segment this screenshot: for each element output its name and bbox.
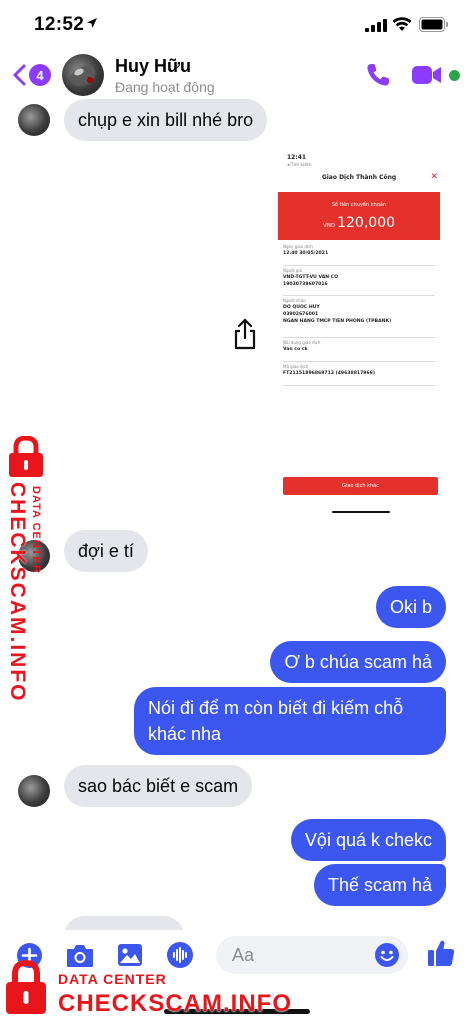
receipt-close-icon: ✕ xyxy=(430,172,438,182)
receipt-other-transaction-button: Giao dịch khác xyxy=(283,477,438,495)
receipt-amount-label: Số tiền chuyển khoản xyxy=(331,202,387,208)
receipt-field-value: 19030739607016 xyxy=(283,282,328,287)
thumbs-up-icon[interactable] xyxy=(426,938,456,968)
receipt-back-link: ◂ Tìm kiếm xyxy=(287,163,312,168)
sender-avatar xyxy=(18,104,50,136)
battery-icon xyxy=(419,17,448,32)
message-incoming[interactable]: đợi e tí xyxy=(64,530,148,572)
sender-avatar xyxy=(18,775,50,807)
watermark-side: CHECKSCAM.INFO DATA CENTER xyxy=(0,436,60,703)
message-outgoing[interactable]: Nói đi để m còn biết đi kiếm chỗ khác nh… xyxy=(134,687,446,755)
message-outgoing[interactable]: Ơ b chúa scam hả xyxy=(270,641,446,683)
emoji-icon[interactable] xyxy=(375,943,399,967)
receipt-field-recipient: Người nhận DO QUOC HUY 03902676001 NGAN … xyxy=(283,298,435,338)
wifi-icon xyxy=(392,17,412,31)
online-status-dot xyxy=(449,70,460,81)
watermark-bottom-label: DATA CENTER xyxy=(58,971,167,987)
contact-name[interactable]: Huy Hữu xyxy=(115,56,191,77)
receipt-field-date: Ngày giao dịch 12:40 30/05/2021 xyxy=(283,244,435,266)
message-incoming[interactable]: chụp e xin bill nhé bro xyxy=(64,99,268,141)
receipt-field-value: VND-TGTT-VU VAN CO xyxy=(283,275,339,280)
watermark-bottom-brand: CHECKSCAM.INFO xyxy=(58,990,292,1017)
lock-icon xyxy=(6,960,46,1014)
contact-avatar[interactable] xyxy=(62,54,104,96)
receipt-field-value: DO QUOC HUY xyxy=(283,305,320,310)
receipt-amount-box: Số tiền chuyển khoản VND 120,000 xyxy=(278,192,440,240)
message-incoming[interactable]: sao bác biết e scam xyxy=(64,765,253,807)
location-arrow-icon xyxy=(87,18,97,28)
cellular-signal-icon xyxy=(365,19,387,32)
receipt-field-value: FT21151896869712 (49638817966) xyxy=(283,371,375,376)
status-time: 12:52 xyxy=(34,14,85,35)
watermark-side-label: DATA CENTER xyxy=(30,486,42,574)
message-outgoing[interactable]: Vội quá k chekc xyxy=(290,819,446,861)
lock-icon xyxy=(9,436,43,477)
receipt-field-transaction-id: Mã giao dịch FT21151896869712 (496388179… xyxy=(283,364,435,386)
message-outgoing[interactable]: Thế scam hả xyxy=(313,864,446,906)
video-camera-icon[interactable] xyxy=(412,64,442,86)
receipt-field-value: 12:40 30/05/2021 xyxy=(283,251,329,256)
phone-icon[interactable] xyxy=(365,62,391,88)
share-icon[interactable] xyxy=(231,318,259,350)
back-icon[interactable] xyxy=(12,64,26,86)
unread-count-badge: 4 xyxy=(29,64,51,86)
watermark-bottom: DATA CENTER CHECKSCAM.INFO xyxy=(0,960,300,1024)
message-outgoing[interactable]: Oki b xyxy=(375,586,446,628)
receipt-currency: VND xyxy=(322,223,336,229)
status-bar: 12:52 xyxy=(0,0,473,50)
watermark-side-brand: CHECKSCAM.INFO xyxy=(6,482,29,703)
receipt-amount: VND 120,000 xyxy=(278,212,440,231)
receipt-time: 12:41 xyxy=(287,154,307,161)
receipt-field-value: Van co ck xyxy=(283,347,308,352)
chat-header: 4 Huy Hữu Đang hoạt động xyxy=(0,50,473,102)
receipt-field-value: NGAN HANG TMCP TIEN PHONG (TPBANK) xyxy=(283,319,392,324)
contact-status: Đang hoạt động xyxy=(115,79,215,95)
receipt-home-indicator xyxy=(332,511,390,513)
receipt-amount-value: 120,000 xyxy=(337,215,396,231)
shared-image-message[interactable]: 12:41 ◂ Tìm kiếm Giao Dịch Thành Công ✕ … xyxy=(276,150,442,518)
receipt-field-value: 03902676001 xyxy=(283,312,319,317)
receipt-field-content: Nội dung giao dịch Van co ck xyxy=(283,340,435,362)
receipt-title: Giao Dịch Thành Công xyxy=(321,174,397,181)
receipt-field-sender: Người gửi VND-TGTT-VU VAN CO 19030739607… xyxy=(283,268,435,296)
